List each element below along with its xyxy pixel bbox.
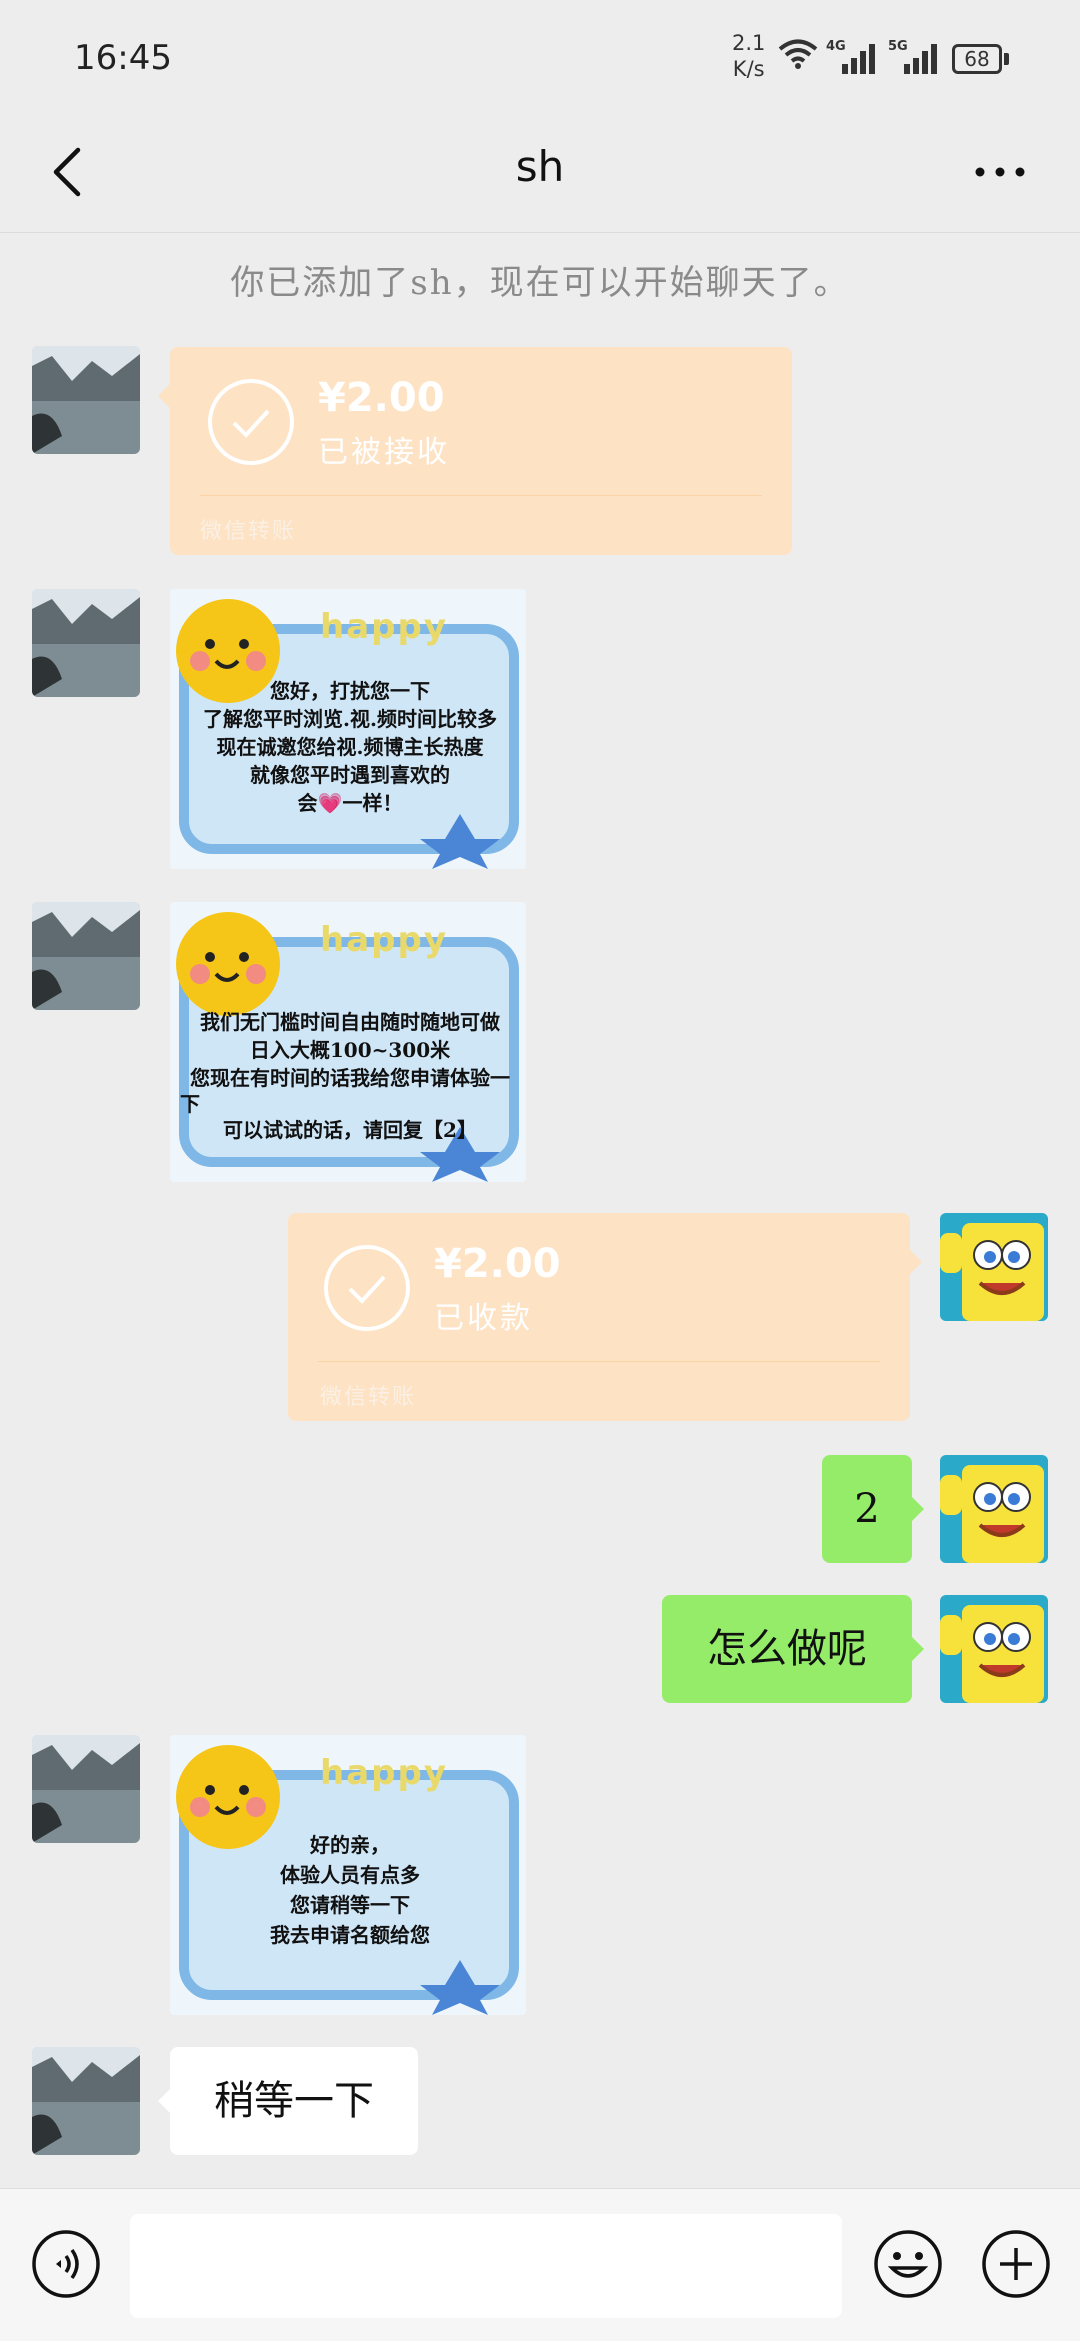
wifi-icon (778, 39, 818, 69)
contact-avatar[interactable] (32, 902, 140, 1010)
network-speed-unit: K/s (732, 57, 765, 81)
text-bubble-outgoing[interactable]: 2 (822, 1455, 912, 1563)
contact-avatar[interactable] (32, 346, 140, 454)
image-text-line: 我去申请名额给您 (270, 1923, 430, 1947)
bubble-tail (912, 1637, 924, 1661)
transfer-footer: 微信转账 (320, 1385, 417, 1410)
bubble-tail (910, 1250, 922, 1274)
system-message: 你已添加了sh，现在可以开始聊天了。 (230, 263, 850, 303)
spongebob-avatar-image (940, 1213, 1048, 1321)
text-bubble-outgoing[interactable]: 怎么做呢 (662, 1595, 912, 1703)
transfer-card-received[interactable]: ¥2.00 已被接收 微信转账 (170, 347, 792, 555)
image-text-line: 好的亲， (310, 1833, 390, 1857)
sticker-happy-text: happy (320, 920, 448, 960)
self-avatar[interactable] (940, 1455, 1048, 1563)
transfer-footer: 微信转账 (200, 519, 297, 544)
image-text-line: 您请稍等一下 (290, 1893, 410, 1917)
bubble-tail (158, 2089, 170, 2113)
image-text-line: 体验人员有点多 (280, 1863, 420, 1887)
cellular-signal-4g-icon: 4G (826, 39, 875, 74)
landscape-avatar-image (32, 346, 140, 454)
battery-tip (1004, 53, 1009, 65)
image-text-line: 您好，打扰您一下 (270, 679, 430, 703)
plus-icon[interactable] (980, 2228, 1052, 2300)
landscape-avatar-image (32, 589, 140, 697)
transfer-divider (318, 1361, 880, 1362)
landscape-avatar-image (32, 1735, 140, 1843)
check-circle-icon (208, 379, 294, 465)
text-bubble-incoming[interactable]: 稍等一下 (170, 2047, 418, 2155)
image-text-line: 了解您平时浏览.视.频时间比较多 (203, 707, 497, 731)
image-text-line: 会💗一样！ (297, 791, 403, 815)
image-text-line: 下 (180, 1092, 200, 1116)
cellular-signal-5g-icon: 5G (888, 39, 937, 74)
sticker-happy-text: happy (320, 607, 448, 647)
self-avatar[interactable] (940, 1595, 1048, 1703)
landscape-avatar-image (32, 2047, 140, 2155)
voice-icon[interactable] (30, 2228, 102, 2300)
contact-avatar[interactable] (32, 1735, 140, 1843)
transfer-status: 已收款 (434, 1301, 533, 1336)
signal-5g-label: 5G (888, 39, 908, 54)
emoji-icon[interactable] (872, 2228, 944, 2300)
spongebob-avatar-image (940, 1455, 1048, 1563)
image-text-line: 可以试试的话，请回复【2】 (223, 1118, 477, 1142)
bubble-tail (912, 1497, 924, 1521)
more-dots-icon[interactable] (970, 152, 1030, 192)
transfer-amount: ¥2.00 (318, 375, 445, 421)
contact-avatar[interactable] (32, 589, 140, 697)
image-message[interactable]: happy 我们无门槛时间自由随时随地可做 日入大概100~300米 您现在有时… (170, 902, 526, 1182)
bubble-tail (158, 384, 170, 408)
signal-4g-label: 4G (826, 39, 846, 54)
image-message[interactable]: happy 好的亲， 体验人员有点多 您请稍等一下 我去申请名额给您 (170, 1735, 526, 2015)
landscape-avatar-image (32, 902, 140, 1010)
transfer-amount: ¥2.00 (434, 1241, 561, 1287)
image-text-line: 现在诚邀您给视.频博主长热度 (216, 735, 484, 759)
network-speed: 2.1 K/s (732, 30, 765, 82)
transfer-divider (200, 495, 762, 496)
transfer-status: 已被接收 (318, 435, 450, 470)
self-avatar[interactable] (940, 1213, 1048, 1321)
sticker-happy-text: happy (320, 1753, 448, 1793)
image-text-line: 您现在有时间的话我给您申请体验一 (190, 1066, 510, 1090)
transfer-card-collected[interactable]: ¥2.00 已收款 微信转账 (288, 1213, 910, 1421)
message-input[interactable] (130, 2214, 842, 2318)
image-text-line: 就像您平时遇到喜欢的 (250, 763, 450, 787)
battery-indicator: 68 (952, 44, 1002, 74)
spongebob-avatar-image (940, 1595, 1048, 1703)
check-circle-icon (324, 1245, 410, 1331)
network-speed-value: 2.1 (732, 31, 766, 55)
chat-title: sh (515, 142, 565, 191)
contact-avatar[interactable] (32, 2047, 140, 2155)
image-text-line: 我们无门槛时间自由随时随地可做 (200, 1010, 500, 1034)
image-text-line: 日入大概100~300米 (249, 1038, 451, 1062)
status-time: 16:45 (74, 38, 172, 78)
image-message[interactable]: happy 您好，打扰您一下 了解您平时浏览.视.频时间比较多 现在诚邀您给视.… (170, 589, 526, 869)
